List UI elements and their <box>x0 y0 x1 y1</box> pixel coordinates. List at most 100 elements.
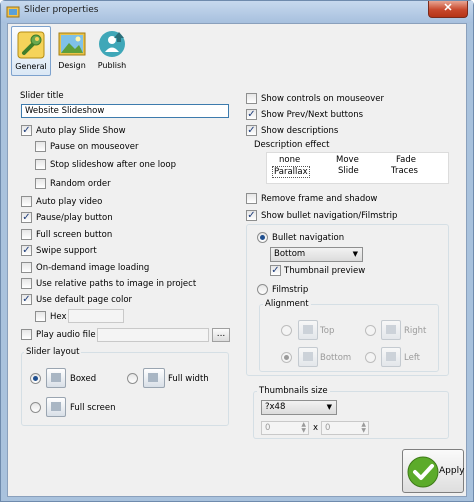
align-left-label: Left <box>404 353 420 363</box>
thumbnails-size-title: Thumbnails size <box>257 386 330 396</box>
align-right-icon <box>381 320 401 340</box>
tab-design[interactable]: Design <box>52 26 92 76</box>
align-right-radio[interactable] <box>365 325 376 336</box>
show-prev-next-checkbox[interactable]: ✓ <box>246 109 257 120</box>
audio-file-input[interactable] <box>97 328 209 342</box>
thumbnail-size-select[interactable]: ?x48 ▼ <box>261 400 337 415</box>
checkmark-icon <box>407 456 439 488</box>
tab-publish[interactable]: Publish <box>92 26 132 76</box>
tab-general-label: General <box>15 62 47 71</box>
browse-audio-button[interactable]: ... <box>212 328 230 342</box>
effect-option[interactable]: Traces <box>391 166 418 176</box>
swipe-support-label: Swipe support <box>36 246 97 256</box>
window-title: Slider properties <box>24 5 99 15</box>
show-controls-mouseover-label: Show controls on mouseover <box>261 94 385 104</box>
show-descriptions-label: Show descriptions <box>261 126 339 136</box>
thumbnail-preview-checkbox[interactable]: ✓ <box>270 265 281 276</box>
align-left-radio[interactable] <box>365 352 376 363</box>
chevron-down-icon: ▼ <box>352 250 358 258</box>
remove-frame-shadow-checkbox[interactable] <box>246 193 257 204</box>
full-screen-button-label: Full screen button <box>36 230 113 240</box>
thumbnail-preview-label: Thumbnail preview <box>284 266 366 276</box>
align-top-label: Top <box>320 326 335 336</box>
auto-play-video-label: Auto play video <box>36 197 103 207</box>
hex-color-swatch[interactable] <box>35 311 46 322</box>
effect-option[interactable]: Move <box>336 155 359 165</box>
times-sign: x <box>313 423 319 433</box>
relative-paths-checkbox[interactable] <box>21 278 32 289</box>
full-screen-layout-icon <box>46 397 66 417</box>
play-audio-checkbox[interactable] <box>21 329 32 340</box>
dialog-body: General Design Publish Slider title Webs… <box>7 23 467 497</box>
tab-publish-label: Publish <box>97 61 127 70</box>
wrench-icon <box>17 31 45 59</box>
layout-boxed-radio[interactable] <box>30 373 41 384</box>
thumb-width-value: 0 <box>265 423 271 433</box>
layout-full-width-radio[interactable] <box>127 373 138 384</box>
align-left-icon <box>381 347 401 367</box>
show-bullet-nav-checkbox[interactable]: ✓ <box>246 210 257 221</box>
default-page-color-label: Use default page color <box>36 295 133 305</box>
bullet-navigation-label: Bullet navigation <box>272 233 345 243</box>
slider-title-label: Slider title <box>20 91 64 101</box>
hex-input[interactable] <box>68 309 124 323</box>
pause-on-mouseover-checkbox[interactable] <box>35 141 46 152</box>
thumb-width-stepper[interactable]: 0 ▲ ▼ <box>261 421 309 435</box>
close-button[interactable]: ✕ <box>428 1 468 18</box>
app-icon <box>6 6 20 18</box>
alignment-title: Alignment <box>263 299 311 309</box>
effect-option[interactable]: none <box>279 155 300 165</box>
title-bar[interactable]: Slider properties ✕ <box>1 1 473 23</box>
full-width-layout-icon <box>143 368 165 388</box>
layout-full-screen-label: Full screen <box>70 403 116 413</box>
effect-option[interactable]: Fade <box>396 155 416 165</box>
random-order-label: Random order <box>50 179 111 189</box>
bullet-position-select[interactable]: Bottom ▼ <box>270 247 363 262</box>
picture-icon <box>58 32 86 56</box>
align-bottom-icon <box>298 347 318 367</box>
filmstrip-radio[interactable] <box>257 284 268 295</box>
align-bottom-label: Bottom <box>320 353 352 363</box>
bullet-position-value: Bottom <box>274 249 306 259</box>
relative-paths-label: Use relative paths to image in project <box>36 279 197 289</box>
on-demand-loading-checkbox[interactable] <box>21 262 32 273</box>
show-bullet-nav-label: Show bullet navigation/Filmstrip <box>261 211 398 221</box>
thumb-height-stepper[interactable]: 0 ▲ ▼ <box>321 421 369 435</box>
align-top-radio[interactable] <box>281 325 292 336</box>
hex-label: Hex <box>50 312 67 322</box>
layout-full-width-label: Full width <box>168 374 209 384</box>
pause-play-button-checkbox[interactable]: ✓ <box>21 212 32 223</box>
random-order-checkbox[interactable] <box>35 178 46 189</box>
slider-title-input[interactable]: Website Slideshow <box>21 104 229 118</box>
tab-design-label: Design <box>58 61 86 70</box>
default-page-color-checkbox[interactable]: ✓ <box>21 294 32 305</box>
apply-button[interactable]: Apply <box>402 449 464 493</box>
stop-after-loop-checkbox[interactable] <box>35 159 46 170</box>
thumb-height-value: 0 <box>325 423 331 433</box>
align-bottom-radio[interactable] <box>281 352 292 363</box>
auto-play-video-checkbox[interactable] <box>21 196 32 207</box>
swipe-support-checkbox[interactable]: ✓ <box>21 245 32 256</box>
show-descriptions-checkbox[interactable]: ✓ <box>246 125 257 136</box>
align-top-icon <box>298 320 318 340</box>
effect-option-selected[interactable]: Parallax <box>272 166 310 178</box>
slider-layout-title: Slider layout <box>24 347 82 357</box>
show-controls-mouseover-checkbox[interactable] <box>246 93 257 104</box>
chevron-down-icon: ▼ <box>326 403 332 411</box>
layout-boxed-label: Boxed <box>70 374 97 384</box>
stop-after-loop-label: Stop slideshow after one loop <box>50 160 176 170</box>
filmstrip-label: Filmstrip <box>272 285 309 295</box>
auto-play-slideshow-checkbox[interactable]: ✓ <box>21 125 32 136</box>
effect-option[interactable]: Slide <box>338 166 359 176</box>
play-audio-label: Play audio file <box>36 330 96 340</box>
apply-label: Apply <box>439 466 465 476</box>
layout-full-screen-radio[interactable] <box>30 402 41 413</box>
description-effect-list: none Move Fade Parallax Slide Traces <box>266 152 449 184</box>
auto-play-slideshow-label: Auto play Slide Show <box>36 126 126 136</box>
remove-frame-shadow-label: Remove frame and shadow <box>261 194 378 204</box>
align-right-label: Right <box>404 326 427 336</box>
bullet-navigation-radio[interactable] <box>257 232 268 243</box>
tab-general[interactable]: General <box>11 26 51 76</box>
full-screen-button-checkbox[interactable] <box>21 229 32 240</box>
boxed-layout-icon <box>46 368 66 388</box>
